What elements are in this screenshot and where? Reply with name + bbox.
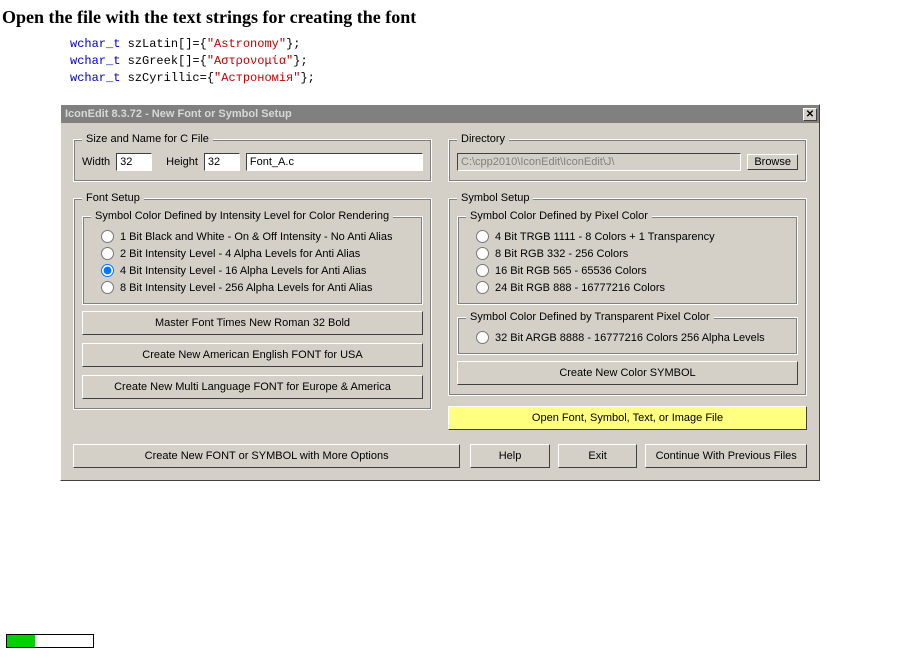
radio-label: 4 Bit Intensity Level - 16 Alpha Levels … bbox=[120, 265, 366, 277]
code-text: szGreek[]={ bbox=[120, 54, 206, 68]
radio-rgb565[interactable] bbox=[476, 264, 489, 277]
radio-1bit[interactable] bbox=[101, 230, 114, 243]
page-title: Open the file with the text strings for … bbox=[0, 0, 898, 32]
create-multi-font-button[interactable]: Create New Multi Language FONT for Europ… bbox=[82, 375, 423, 399]
progress-bar bbox=[6, 634, 94, 648]
width-input[interactable] bbox=[116, 153, 152, 171]
pixel-color-group: Symbol Color Defined by Pixel Color 4 Bi… bbox=[457, 210, 798, 305]
radio-trgb1111[interactable] bbox=[476, 230, 489, 243]
help-button[interactable]: Help bbox=[470, 444, 550, 468]
intensity-group: Symbol Color Defined by Intensity Level … bbox=[82, 210, 423, 305]
radio-argb8888[interactable] bbox=[476, 331, 489, 344]
radio-rgb888[interactable] bbox=[476, 281, 489, 294]
group-legend: Size and Name for C File bbox=[82, 133, 213, 145]
code-text: }; bbox=[293, 54, 307, 68]
titlebar: IconEdit 8.3.72 - New Font or Symbol Set… bbox=[61, 105, 819, 123]
filename-input[interactable] bbox=[246, 153, 423, 171]
group-legend: Symbol Setup bbox=[457, 192, 533, 204]
radio-4bit[interactable] bbox=[101, 264, 114, 277]
code-text: }; bbox=[300, 71, 314, 85]
group-legend: Font Setup bbox=[82, 192, 144, 204]
radio-8bit[interactable] bbox=[101, 281, 114, 294]
code-text: }; bbox=[286, 37, 300, 51]
string-literal: "Astronomy" bbox=[207, 37, 286, 51]
font-setup-group: Font Setup Symbol Color Defined by Inten… bbox=[73, 192, 432, 410]
height-label: Height bbox=[166, 156, 198, 168]
radio-label: 8 Bit RGB 332 - 256 Colors bbox=[495, 248, 628, 260]
width-label: Width bbox=[82, 156, 110, 168]
close-icon[interactable]: ✕ bbox=[803, 108, 817, 121]
string-literal: "Αστρονομία" bbox=[207, 54, 293, 68]
code-text: szCyrillic={ bbox=[120, 71, 214, 85]
keyword: wchar_t bbox=[70, 54, 120, 68]
radio-label: 24 Bit RGB 888 - 16777216 Colors bbox=[495, 282, 665, 294]
progress-fill bbox=[7, 635, 35, 647]
open-file-button[interactable]: Open Font, Symbol, Text, or Image File bbox=[448, 406, 807, 430]
directory-path bbox=[457, 153, 741, 171]
exit-button[interactable]: Exit bbox=[558, 444, 638, 468]
group-legend: Symbol Color Defined by Intensity Level … bbox=[91, 210, 393, 222]
radio-rgb332[interactable] bbox=[476, 247, 489, 260]
code-block: wchar_t szLatin[]={"Astronomy"}; wchar_t… bbox=[0, 32, 898, 94]
group-legend: Directory bbox=[457, 133, 509, 145]
height-input[interactable] bbox=[204, 153, 240, 171]
size-name-group: Size and Name for C File Width Height bbox=[73, 133, 432, 182]
create-usa-font-button[interactable]: Create New American English FONT for USA bbox=[82, 343, 423, 367]
code-text: szLatin[]={ bbox=[120, 37, 206, 51]
symbol-setup-group: Symbol Setup Symbol Color Defined by Pix… bbox=[448, 192, 807, 396]
create-more-options-button[interactable]: Create New FONT or SYMBOL with More Opti… bbox=[73, 444, 460, 468]
browse-button[interactable]: Browse bbox=[747, 154, 798, 170]
radio-2bit[interactable] bbox=[101, 247, 114, 260]
radio-label: 16 Bit RGB 565 - 65536 Colors bbox=[495, 265, 647, 277]
string-literal: "Астрономія" bbox=[214, 71, 300, 85]
create-color-symbol-button[interactable]: Create New Color SYMBOL bbox=[457, 361, 798, 385]
keyword: wchar_t bbox=[70, 71, 120, 85]
keyword: wchar_t bbox=[70, 37, 120, 51]
dialog-window: IconEdit 8.3.72 - New Font or Symbol Set… bbox=[60, 104, 820, 481]
transparent-color-group: Symbol Color Defined by Transparent Pixe… bbox=[457, 311, 798, 355]
group-legend: Symbol Color Defined by Pixel Color bbox=[466, 210, 652, 222]
master-font-button[interactable]: Master Font Times New Roman 32 Bold bbox=[82, 311, 423, 335]
radio-label: 2 Bit Intensity Level - 4 Alpha Levels f… bbox=[120, 248, 360, 260]
radio-label: 1 Bit Black and White - On & Off Intensi… bbox=[120, 231, 392, 243]
continue-button[interactable]: Continue With Previous Files bbox=[645, 444, 807, 468]
radio-label: 4 Bit TRGB 1111 - 8 Colors + 1 Transpare… bbox=[495, 231, 715, 243]
radio-label: 32 Bit ARGB 8888 - 16777216 Colors 256 A… bbox=[495, 332, 765, 344]
directory-group: Directory Browse bbox=[448, 133, 807, 182]
window-title: IconEdit 8.3.72 - New Font or Symbol Set… bbox=[65, 108, 292, 120]
group-legend: Symbol Color Defined by Transparent Pixe… bbox=[466, 311, 714, 323]
radio-label: 8 Bit Intensity Level - 256 Alpha Levels… bbox=[120, 282, 373, 294]
